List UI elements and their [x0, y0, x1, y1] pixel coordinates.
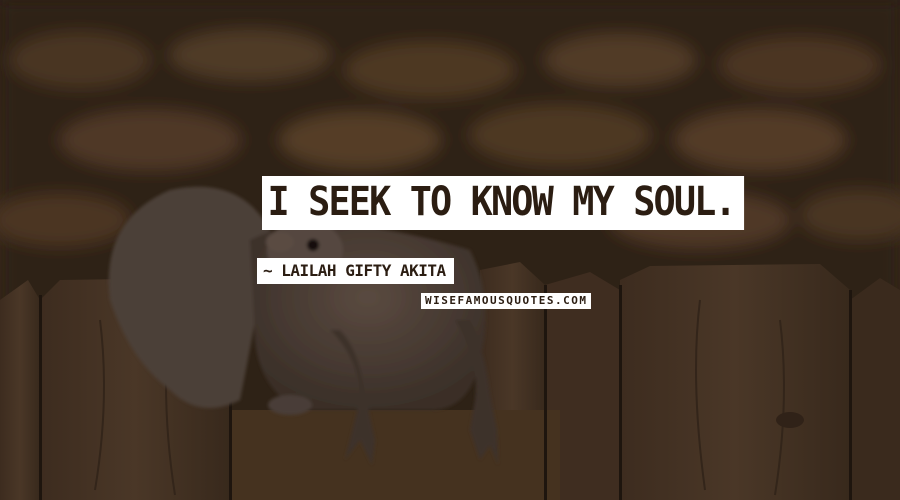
background-photo [0, 0, 900, 500]
quote-image: I SEEK TO KNOW MY SOUL. ~ LAILAH GIFTY A… [0, 0, 900, 500]
quote-author: ~ LAILAH GIFTY AKITA [257, 258, 454, 284]
quote-text: I SEEK TO KNOW MY SOUL. [262, 176, 744, 230]
quote-source-watermark: WISEFAMOUSQUOTES.COM [421, 293, 592, 309]
